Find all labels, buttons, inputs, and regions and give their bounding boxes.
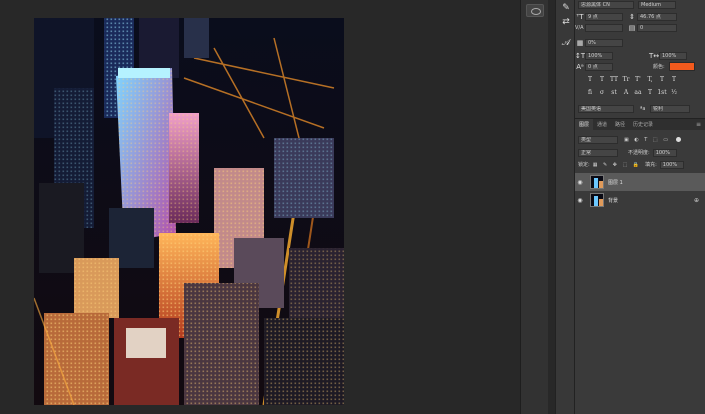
font-style-buttons: T T TT Tr T' T, T T (585, 75, 679, 84)
font-family-select[interactable]: 思源黑体 CN (578, 0, 634, 9)
style-button-0[interactable]: T (585, 75, 595, 84)
panel-icon-column: ✎ ⇄ 𝒜 (555, 0, 575, 414)
tracking-field[interactable]: 0 (637, 23, 677, 32)
style-button-3[interactable]: Tr (621, 75, 631, 84)
lock-label: 锁定: (578, 162, 590, 168)
layer-name[interactable]: 图层 1 (608, 179, 623, 186)
opacity-label: 不透明度: (628, 150, 650, 156)
layers-panel-tabs: 图层 通道 路径 历史记录 ≡ (575, 118, 705, 131)
opentype-button-7[interactable]: ½ (669, 88, 679, 97)
opentype-button-4[interactable]: aa (633, 88, 643, 97)
font-style-select[interactable]: Medium (638, 0, 676, 9)
antialias-select[interactable]: 锐利 (650, 104, 690, 113)
leading-field[interactable]: 46.76 点 (637, 12, 677, 21)
kerning-field[interactable] (585, 23, 623, 32)
font-size-icon: ᵀT (576, 12, 584, 21)
horizontal-scale-icon: T↔ (649, 51, 660, 60)
style-button-2[interactable]: TT (609, 75, 619, 84)
opacity-field[interactable]: 100% (652, 148, 677, 157)
style-button-6[interactable]: T (657, 75, 667, 84)
kerning-label: V/A (575, 24, 584, 31)
tab-layers[interactable]: 图层 (575, 118, 594, 131)
style-button-5[interactable]: T, (645, 75, 655, 84)
baseline-shift-field[interactable]: 0 点 (585, 62, 613, 71)
horizontal-scale-field[interactable]: 100% (659, 51, 687, 60)
layers-empty-area (575, 210, 705, 414)
opentype-button-2[interactable]: st (609, 88, 619, 97)
style-button-7[interactable]: T (669, 75, 679, 84)
fill-label: 填充: (645, 162, 657, 168)
blend-mode-select[interactable]: 正常 (578, 148, 618, 157)
city-night-illustration (34, 18, 344, 405)
antialias-icon: ªa (640, 105, 646, 112)
opentype-button-6[interactable]: 1st (657, 88, 667, 97)
opentype-button-5[interactable]: T (645, 88, 655, 97)
tab-channels[interactable]: 通道 (593, 119, 611, 131)
proportional-spacing-field[interactable]: 0% (585, 38, 623, 47)
lock-options-icons[interactable]: ▦ ✎ ✥ ⬚ 🔒 (593, 162, 641, 168)
panel-menu-icon[interactable]: ≡ (692, 119, 705, 131)
tracking-icon: ▤ (628, 23, 636, 32)
layer-thumbnail (590, 193, 604, 207)
text-color-swatch[interactable] (668, 62, 695, 71)
layer-row-layer1[interactable]: ◉ 图层 1 (575, 173, 705, 191)
scale-icon: ▦ (576, 38, 584, 47)
style-button-1[interactable]: T (597, 75, 607, 84)
character-style-icon[interactable]: 𝒜 (560, 38, 572, 48)
opentype-button-0[interactable]: fi (585, 88, 595, 97)
opentype-button-3[interactable]: A (621, 88, 631, 97)
lock-icon[interactable]: ⊕ (694, 197, 699, 204)
leading-icon: ⇕ (629, 12, 635, 21)
filter-icons[interactable]: ▣ ◐ T ⬚ ▭ (624, 137, 670, 143)
fill-field[interactable]: 100% (659, 160, 684, 169)
tab-paths[interactable]: 路径 (611, 119, 629, 131)
filter-toggle-icon[interactable] (675, 137, 681, 142)
collapsed-panel-strip (520, 0, 548, 414)
layer-row-background[interactable]: ◉ 背景 ⊕ (575, 191, 705, 209)
layer-name[interactable]: 背景 (608, 197, 618, 204)
brush-icon[interactable]: ✎ (560, 3, 572, 13)
opentype-buttons: fi σ st Aaa T 1st ½ (585, 88, 679, 97)
city-night-photo[interactable] (34, 18, 344, 405)
opentype-button-1[interactable]: σ (597, 88, 607, 97)
arrange-icon[interactable]: ⇄ (560, 17, 572, 27)
eye-icon[interactable]: ◉ (575, 197, 585, 204)
eye-icon[interactable]: ◉ (575, 179, 585, 186)
properties-panel: 思源黑体 CN Medium ᵀT 9 点 ⇕ 46.76 点 V/A ▤ 0 … (575, 0, 705, 414)
document-canvas-area[interactable] (0, 0, 548, 414)
color-label: 颜色: (653, 64, 665, 70)
layer-filter-select[interactable]: 类型 (578, 135, 618, 144)
tab-history[interactable]: 历史记录 (629, 119, 657, 131)
layer-thumbnail (590, 175, 604, 189)
style-button-4[interactable]: T' (633, 75, 643, 84)
language-select[interactable]: 美国英语 (578, 104, 634, 113)
baseline-shift-icon: Aᵃ (576, 62, 584, 71)
vertical-scale-icon: ↕T (575, 51, 586, 60)
font-size-field[interactable]: 9 点 (585, 12, 623, 21)
panel-collapse-icon[interactable] (526, 4, 544, 17)
vertical-scale-field[interactable]: 100% (585, 51, 613, 60)
